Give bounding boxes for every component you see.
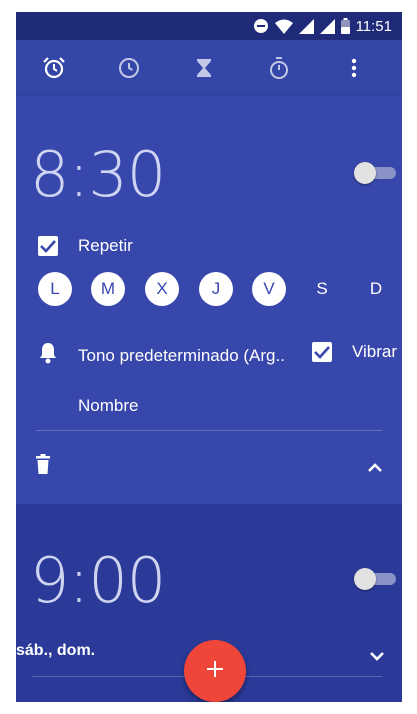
- clock-icon: [117, 56, 141, 80]
- ringtone-label: Tono predeterminado (Arg..: [78, 345, 285, 365]
- collapse-button[interactable]: [368, 458, 382, 478]
- status-bar: 11:51: [16, 12, 402, 40]
- vibrate-row: Vibrar: [312, 342, 397, 362]
- tab-timer[interactable]: [184, 48, 224, 88]
- add-icon: [207, 660, 223, 682]
- day-selector: L M X J V S D: [38, 272, 394, 306]
- ringtone-row[interactable]: Tono predeterminado (Arg..: [38, 342, 285, 369]
- bell-icon: [38, 342, 58, 369]
- stopwatch-icon: [267, 56, 291, 80]
- repeat-row: Repetir: [38, 236, 133, 256]
- day-friday[interactable]: V: [252, 272, 286, 306]
- status-time: 11:51: [355, 17, 392, 35]
- repeat-label: Repetir: [78, 236, 133, 255]
- alarm-toggle[interactable]: [354, 162, 396, 184]
- alarm-name-label: Nombre: [78, 396, 139, 415]
- day-wednesday[interactable]: X: [145, 272, 179, 306]
- alarm-name-field[interactable]: Nombre: [78, 396, 138, 416]
- tab-stopwatch[interactable]: [259, 48, 299, 88]
- vibrate-checkbox[interactable]: [312, 342, 332, 362]
- alarm-toggle-2[interactable]: [354, 568, 396, 590]
- repeat-checkbox[interactable]: [38, 236, 58, 256]
- day-sunday[interactable]: D: [359, 272, 393, 306]
- chevron-up-icon: [368, 458, 382, 478]
- add-alarm-button[interactable]: [184, 640, 246, 702]
- vibrate-label: Vibrar: [352, 342, 398, 361]
- chevron-down-icon: [370, 646, 384, 666]
- tab-alarm[interactable]: [34, 48, 74, 88]
- alarm-card-expanded: 8:30 Repetir L M X J V S D Tono predeter…: [16, 96, 402, 504]
- alarm-days-summary: sáb., dom.: [16, 642, 96, 659]
- expand-button[interactable]: [370, 646, 384, 666]
- day-saturday[interactable]: S: [305, 272, 339, 306]
- delete-button[interactable]: [36, 454, 50, 479]
- timer-hourglass-icon: [193, 57, 215, 79]
- tab-clock[interactable]: [109, 48, 149, 88]
- day-tuesday[interactable]: M: [91, 272, 125, 306]
- alarm-time[interactable]: 8:30: [30, 138, 166, 211]
- day-thursday[interactable]: J: [199, 272, 233, 306]
- clock-app-screen: 11:51 8:30 Repetir L M X J V S D Tono pr…: [16, 12, 402, 702]
- divider: [36, 430, 382, 431]
- alarm-time-2[interactable]: 9:00: [30, 544, 166, 617]
- toolbar: [16, 40, 402, 96]
- wifi-icon: [274, 19, 293, 34]
- signal-icon-2: [319, 18, 335, 34]
- overflow-menu-button[interactable]: [334, 48, 374, 88]
- day-monday[interactable]: L: [38, 272, 72, 306]
- more-vert-icon: [351, 58, 357, 78]
- trash-icon: [36, 454, 50, 479]
- do-not-disturb-icon: [253, 18, 269, 34]
- alarm-icon: [42, 56, 66, 80]
- signal-icon: [298, 18, 314, 34]
- battery-icon: [340, 18, 350, 34]
